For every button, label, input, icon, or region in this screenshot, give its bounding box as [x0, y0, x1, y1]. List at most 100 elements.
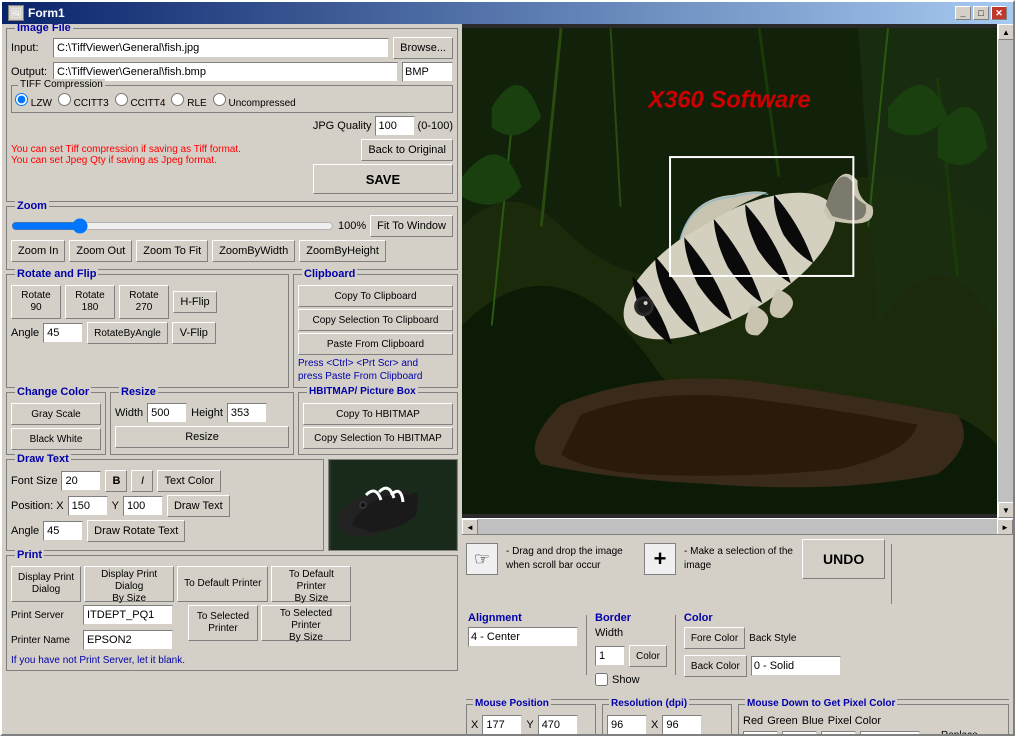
- horizontal-scrollbar[interactable]: ◄ ►: [462, 518, 1013, 534]
- rotate180-button[interactable]: Rotate 180: [65, 285, 115, 319]
- zoom-slider-row: 100% Fit To Window: [11, 215, 453, 237]
- hand-text: - Drag and drop the image when scroll ba…: [506, 545, 636, 573]
- blue-input[interactable]: [821, 731, 856, 734]
- image-file-section: Image File Input: Browse... Output: BMPT…: [6, 28, 458, 202]
- hflip-button[interactable]: H-Flip: [173, 291, 217, 313]
- info-text-2: You can set Jpeg Qty if saving as Jpeg f…: [11, 155, 217, 166]
- paste-clipboard-button[interactable]: Paste From Clipboard: [298, 333, 453, 355]
- printer-name-input[interactable]: [83, 630, 173, 650]
- back-style-select[interactable]: 0 - Solid 1 - Transparent: [751, 656, 841, 676]
- draw-rotate-text-button[interactable]: Draw Rotate Text: [87, 520, 185, 542]
- resize-button[interactable]: Resize: [115, 426, 289, 448]
- hand-icon[interactable]: ☞: [466, 543, 498, 575]
- print-server-input[interactable]: [83, 605, 173, 625]
- zoom-to-fit-button[interactable]: Zoom To Fit: [136, 240, 208, 262]
- change-color-label: Change Color: [15, 386, 91, 398]
- zoom-slider[interactable]: [11, 218, 334, 234]
- image-area: X360 Software ▲ ▼ ◄ ►: [462, 24, 1013, 534]
- selected-printer-size-button[interactable]: To Selected Printer By Size: [261, 605, 351, 641]
- mouse-y-input[interactable]: [538, 715, 578, 734]
- pixel-color-input[interactable]: [860, 731, 920, 734]
- pos-x-input[interactable]: [68, 496, 108, 516]
- ccitt3-radio[interactable]: [58, 93, 71, 106]
- zoom-out-button[interactable]: Zoom Out: [69, 240, 132, 262]
- fore-color-button[interactable]: Fore Color: [684, 627, 745, 649]
- maximize-button[interactable]: □: [973, 6, 989, 20]
- width-input[interactable]: [147, 403, 187, 423]
- format-select[interactable]: BMPTIFFJPEGPNG: [402, 62, 453, 82]
- minimize-button[interactable]: _: [955, 6, 971, 20]
- browse-button[interactable]: Browse...: [393, 37, 453, 59]
- italic-button[interactable]: I: [131, 470, 153, 492]
- gray-scale-button[interactable]: Gray Scale: [11, 403, 101, 425]
- scroll-down-button[interactable]: ▼: [998, 502, 1013, 518]
- angle-dt-input[interactable]: [43, 521, 83, 541]
- jpg-quality-input[interactable]: [375, 116, 415, 136]
- print-info-text: If you have not Print Server, let it bla…: [11, 655, 185, 666]
- copy-to-clipboard-button[interactable]: Copy To Clipboard: [298, 285, 453, 307]
- border-color-button[interactable]: Color: [629, 645, 667, 667]
- vertical-scrollbar[interactable]: ▲ ▼: [997, 24, 1013, 518]
- zoom-by-width-button[interactable]: ZoomByWidth: [212, 240, 295, 262]
- ccitt4-radio-label[interactable]: CCITT4: [115, 93, 166, 109]
- rotate-by-angle-button[interactable]: RotateByAngle: [87, 322, 168, 344]
- close-button[interactable]: ✕: [991, 6, 1007, 20]
- res-y-input[interactable]: [662, 715, 702, 734]
- height-input[interactable]: [227, 403, 267, 423]
- undo-button[interactable]: UNDO: [802, 539, 885, 579]
- font-size-input[interactable]: [61, 471, 101, 491]
- ccitt3-radio-label[interactable]: CCITT3: [58, 93, 109, 109]
- cross-icon[interactable]: +: [644, 543, 676, 575]
- zoom-in-button[interactable]: Zoom In: [11, 240, 65, 262]
- scroll-left-button[interactable]: ◄: [462, 519, 478, 535]
- bold-button[interactable]: B: [105, 470, 127, 492]
- scroll-right-button[interactable]: ►: [997, 519, 1013, 535]
- uncompressed-radio[interactable]: [213, 93, 226, 106]
- res-x-input[interactable]: [607, 715, 647, 734]
- zoom-by-height-button[interactable]: ZoomByHeight: [299, 240, 386, 262]
- input-field[interactable]: [53, 38, 389, 58]
- display-print-dialog-button[interactable]: Display Print Dialog: [11, 566, 81, 602]
- default-printer-button[interactable]: To Default Printer: [177, 566, 268, 602]
- input-row: Input: Browse...: [11, 37, 453, 59]
- border-show-checkbox[interactable]: [595, 673, 608, 686]
- svg-text:X360 Software: X360 Software: [646, 87, 810, 114]
- fit-window-button[interactable]: Fit To Window: [370, 215, 453, 237]
- back-original-button[interactable]: Back to Original: [361, 139, 453, 161]
- divider3: [675, 615, 676, 675]
- red-input[interactable]: [743, 731, 778, 734]
- mouse-x-input[interactable]: [482, 715, 522, 734]
- vflip-button[interactable]: V-Flip: [172, 322, 216, 344]
- save-button[interactable]: SAVE: [313, 164, 453, 194]
- border-width-input[interactable]: [595, 646, 625, 666]
- back-color-button[interactable]: Back Color: [684, 655, 747, 677]
- scroll-up-button[interactable]: ▲: [998, 24, 1013, 40]
- text-color-button[interactable]: Text Color: [157, 470, 221, 492]
- lzw-radio-label[interactable]: LZW: [15, 93, 52, 109]
- angle-input[interactable]: [43, 323, 83, 343]
- bottom-toolbar: ☞ - Drag and drop the image when scroll …: [462, 534, 1013, 734]
- divider2: [586, 615, 587, 675]
- main-window: 🖼 Form1 _ □ ✕ Image File Input: Browse..…: [0, 0, 1015, 736]
- uncompressed-radio-label[interactable]: Uncompressed: [213, 93, 296, 109]
- draw-text-button[interactable]: Draw Text: [167, 495, 230, 517]
- tool-icons: ☞ - Drag and drop the image when scroll …: [466, 539, 885, 579]
- rle-radio[interactable]: [171, 93, 184, 106]
- black-white-button[interactable]: Black White: [11, 428, 101, 450]
- copy-selection-hbitmap-button[interactable]: Copy Selection To HBITMAP: [303, 427, 453, 449]
- default-printer-size-button[interactable]: To Default Printer By Size: [271, 566, 351, 602]
- green-input[interactable]: [782, 731, 817, 734]
- color-label: Color: [684, 612, 841, 624]
- copy-selection-clipboard-button[interactable]: Copy Selection To Clipboard: [298, 309, 453, 331]
- display-print-dialog-size-button[interactable]: Display Print Dialog By Size: [84, 566, 174, 602]
- pos-y-input[interactable]: [123, 496, 163, 516]
- selected-printer-button[interactable]: To Selected Printer: [188, 605, 258, 641]
- rle-radio-label[interactable]: RLE: [171, 93, 206, 109]
- ccitt4-radio[interactable]: [115, 93, 128, 106]
- copy-hbitmap-button[interactable]: Copy To HBITMAP: [303, 403, 453, 425]
- mouse-y-label: Y: [526, 719, 533, 731]
- rotate90-button[interactable]: Rotate 90: [11, 285, 61, 319]
- lzw-radio[interactable]: [15, 93, 28, 106]
- rotate270-button[interactable]: Rotate 270: [119, 285, 169, 319]
- alignment-select[interactable]: 0 - Left 1 - Right 2 - Top 3 - Bottom 4 …: [468, 627, 578, 647]
